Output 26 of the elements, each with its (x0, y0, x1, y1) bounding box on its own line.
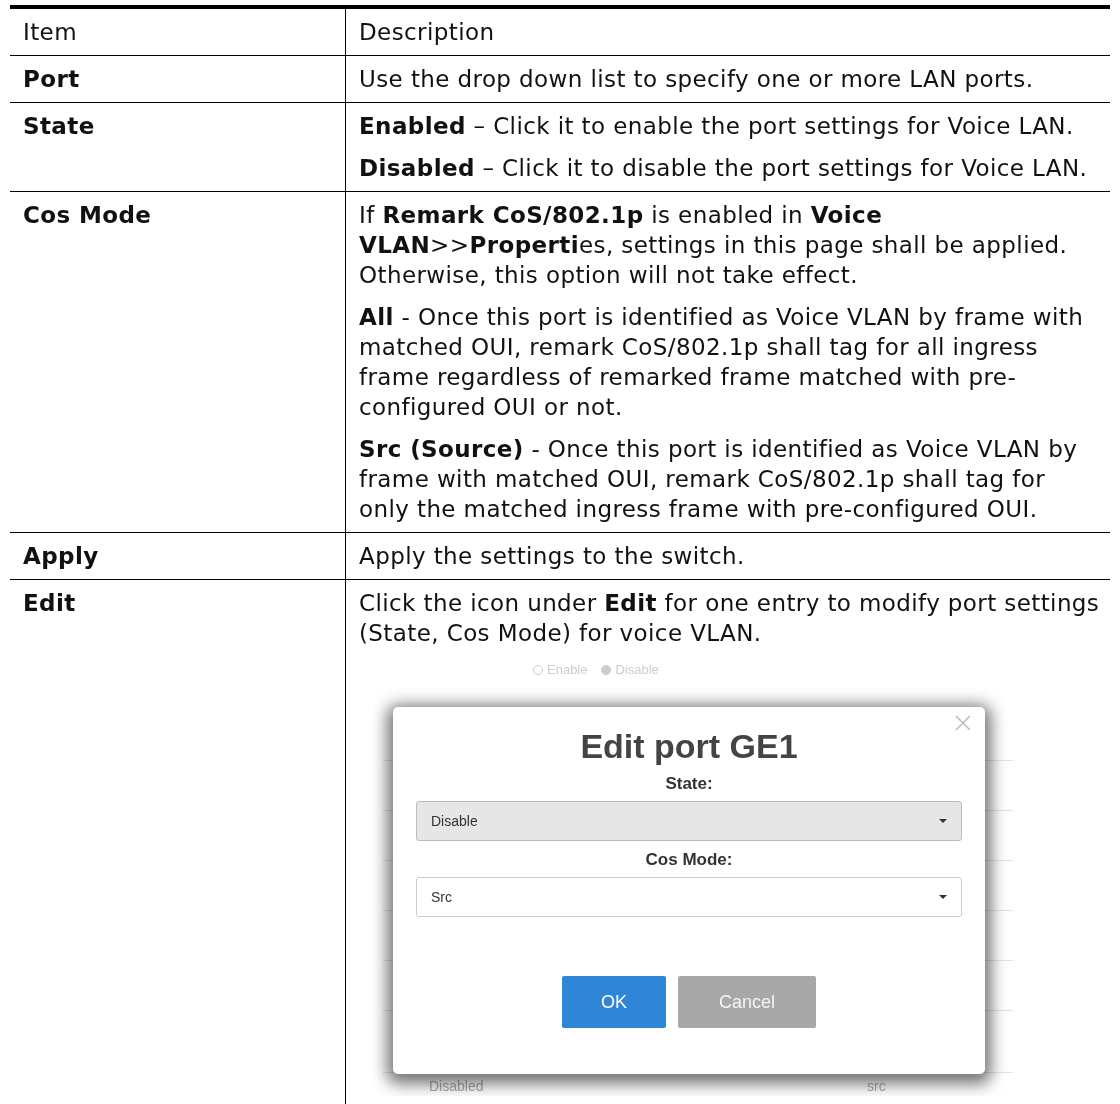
table-cell: State (10, 102, 346, 192)
description-text: All - Once this port is identified as Voice VLAN by frame with matched OUI, remark CoS/802.1p shall tag for all ingress frame regardless of remarked frame matched with pre-configured OUI or not. (359, 303, 1085, 422)
description-text: If Remark CoS/802.1p is enabled in Voice VLAN>>Properties, settings in this page shall be applied. Otherwise, this option will not take effect. (359, 201, 1069, 290)
dialog-title: Edit port GE1 (580, 726, 798, 767)
table-cell: Cos Mode (10, 191, 346, 533)
table-cell: Port (10, 55, 346, 103)
table-cell: Apply (10, 532, 346, 580)
caret-icon (939, 894, 947, 900)
table-cell: src (867, 1078, 886, 1094)
description-text: Apply the settings to the switch. (359, 542, 746, 571)
cancel-button[interactable]: Cancel (678, 976, 816, 1028)
table-cell: Disabled (429, 1078, 484, 1094)
dropdown[interactable]: Src (416, 877, 962, 917)
column-header: Item (10, 7, 346, 56)
description-text: Click the icon under Edit for one entry to modify port settings (State, Cos Mode) for voice VLAN. (359, 589, 1100, 648)
table-cell: Edit (10, 579, 346, 1104)
close-icon[interactable] (955, 715, 971, 731)
description-text: Disabled – Click it to disable the port settings for Voice LAN. (359, 154, 1089, 183)
description-text: Src (Source) - Once this port is identified as Voice VLAN by frame with matched OUI, remark CoS/802.1p shall tag for only the matched ingress frame with pre-configured OUI. (359, 435, 1079, 524)
ok-button[interactable]: OK (562, 976, 666, 1028)
description-text: Use the drop down list to specify one or more LAN ports. (359, 65, 1035, 94)
column-header: Description (345, 7, 1110, 56)
field-label: Cos Mode: (645, 849, 733, 871)
description-text: Enabled – Click it to enable the port settings for Voice LAN. (359, 112, 1075, 141)
field-label: State: (665, 773, 713, 795)
caret-icon (939, 818, 947, 824)
